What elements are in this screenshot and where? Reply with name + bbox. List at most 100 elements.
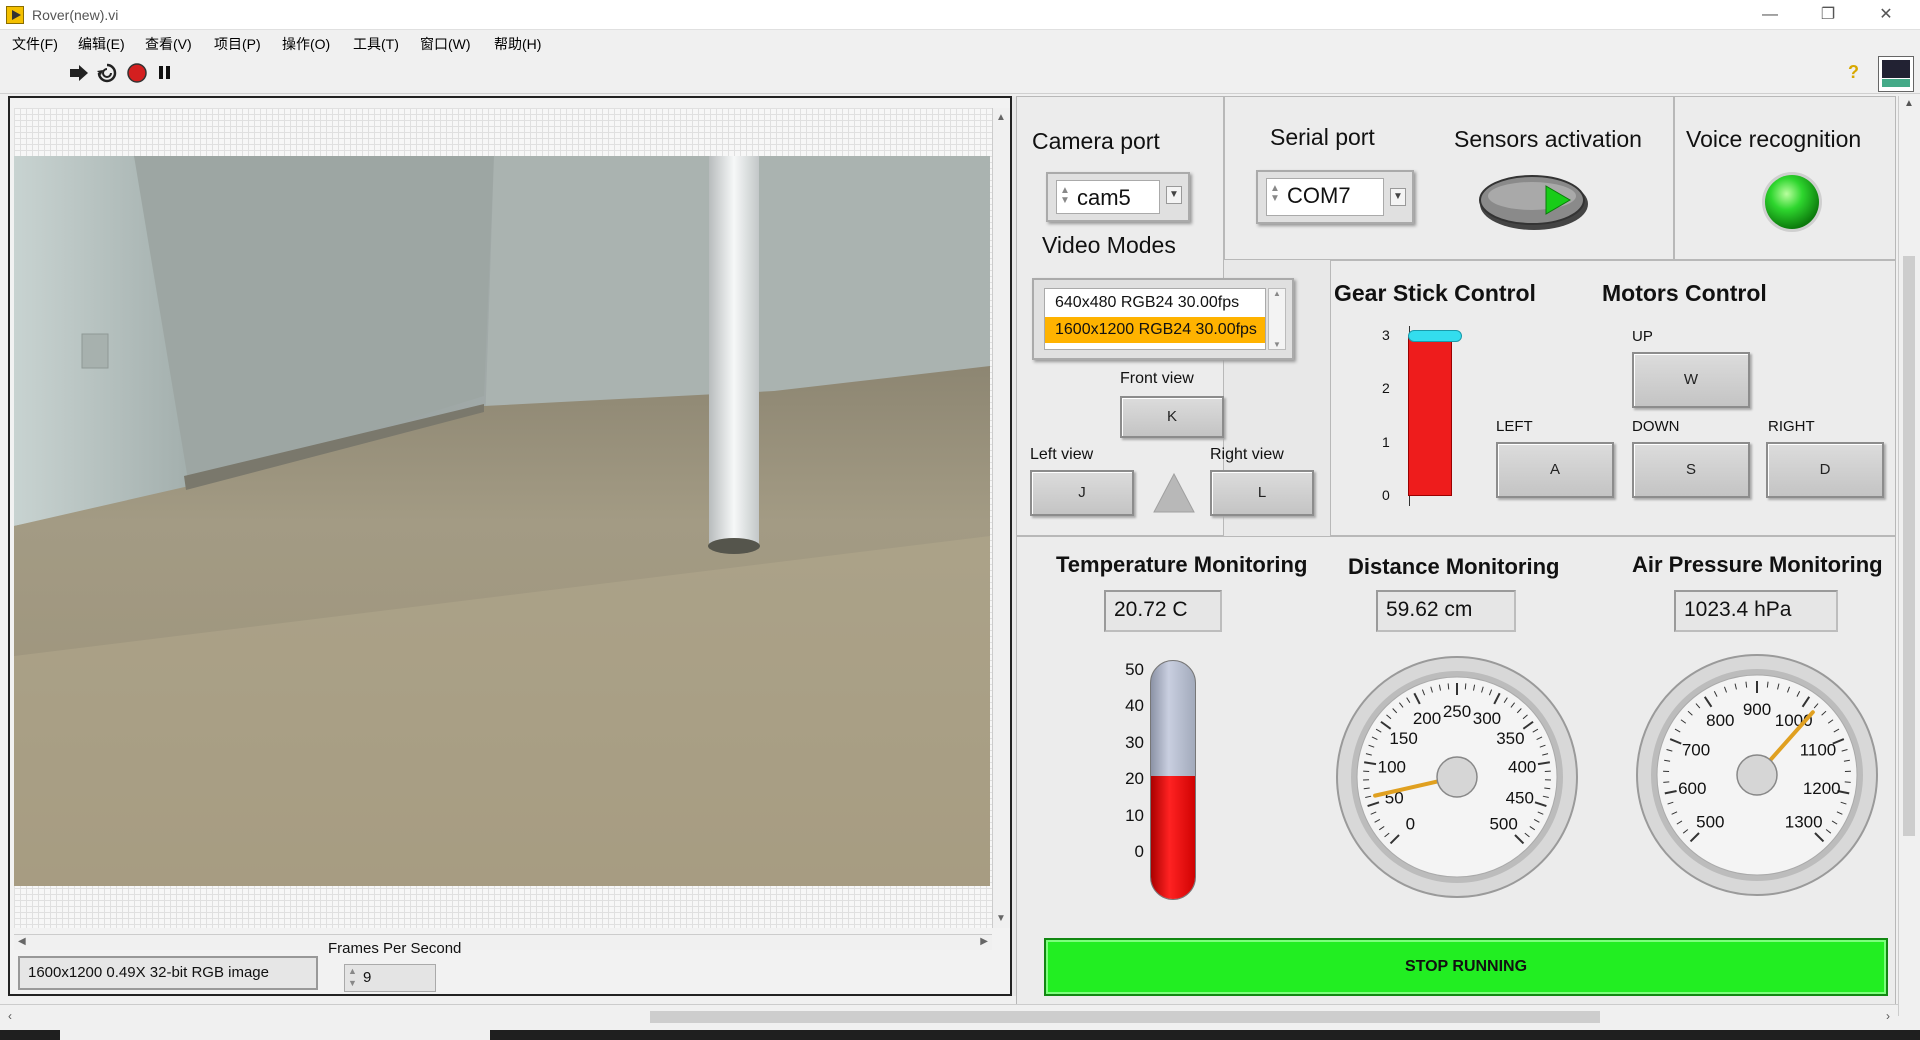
voice-recognition-led-icon bbox=[1762, 172, 1822, 232]
fps-indicator: ▲ ▼ 9 bbox=[344, 964, 436, 992]
camera-port-dropdown-arrow[interactable]: ▼ bbox=[1166, 186, 1182, 204]
menu-edit[interactable]: 编辑(E) bbox=[78, 34, 125, 54]
right-view-button[interactable]: L bbox=[1210, 470, 1314, 516]
gauge-tick-label: 700 bbox=[1682, 741, 1710, 760]
menu-window[interactable]: 窗口(W) bbox=[420, 34, 471, 54]
thermometer-tick-label: 40 bbox=[1125, 696, 1144, 716]
gauge-tick-label: 1300 bbox=[1785, 813, 1823, 832]
gauge-tick-label: 300 bbox=[1473, 709, 1501, 728]
gear-stick-title: Gear Stick Control bbox=[1334, 280, 1536, 306]
image-info-readout: 1600x1200 0.49X 32-bit RGB image bbox=[18, 956, 318, 990]
image-vertical-scrollbar[interactable]: ▲ ▼ bbox=[992, 108, 1010, 928]
sensors-activation-toggle[interactable] bbox=[1476, 172, 1590, 232]
image-horizontal-scrollbar[interactable]: ◀ ▶ bbox=[14, 934, 992, 950]
gauge-tick-mark bbox=[1464, 683, 1467, 690]
gauge-tick-label: 1200 bbox=[1803, 779, 1841, 798]
motor-left-button[interactable]: A bbox=[1496, 442, 1614, 498]
serial-port-value-field[interactable]: COM7 bbox=[1266, 178, 1384, 216]
pressure-readout: 1023.4 hPa bbox=[1674, 590, 1838, 632]
motor-right-button[interactable]: D bbox=[1766, 442, 1884, 498]
fps-label: Frames Per Second bbox=[328, 940, 462, 957]
gear-slider-handle[interactable] bbox=[1408, 330, 1462, 342]
thermometer-fill bbox=[1151, 775, 1195, 899]
camera-port-value-field[interactable]: cam5 bbox=[1056, 180, 1160, 214]
close-button[interactable]: ✕ bbox=[1858, 0, 1914, 30]
camera-port-stepper[interactable]: ▲ ▼ bbox=[1060, 186, 1070, 206]
distance-title: Distance Monitoring bbox=[1348, 554, 1560, 579]
front-view-button[interactable]: K bbox=[1120, 396, 1224, 438]
menu-help[interactable]: 帮助(H) bbox=[494, 34, 541, 54]
video-modes-scrollbar[interactable]: ▲ ▼ bbox=[1268, 288, 1286, 350]
stop-running-button[interactable]: STOP RUNNING bbox=[1044, 938, 1888, 996]
pause-icon[interactable] bbox=[154, 62, 176, 84]
right-view-label: Right view bbox=[1210, 446, 1284, 463]
temperature-title: Temperature Monitoring bbox=[1056, 552, 1308, 577]
gear-level-fill bbox=[1408, 336, 1452, 496]
gauge-tick-label: 1100 bbox=[1800, 741, 1837, 760]
video-mode-item[interactable]: 640x480 RGB24 30.00fps bbox=[1045, 291, 1265, 315]
gauge-hub bbox=[1436, 756, 1478, 798]
window-title: Rover(new).vi bbox=[32, 7, 119, 23]
menu-tools[interactable]: 工具(T) bbox=[353, 34, 399, 54]
thermometer-tube bbox=[1150, 660, 1196, 900]
gauge-tick-label: 450 bbox=[1506, 788, 1534, 807]
temperature-readout: 20.72 C bbox=[1104, 590, 1222, 632]
panel-horizontal-scrollbar[interactable]: ‹ › bbox=[0, 1004, 1898, 1028]
gear-tick-label: 0 bbox=[1382, 487, 1390, 503]
run-continuously-icon[interactable] bbox=[96, 62, 118, 84]
video-modes-listbox[interactable]: 640x480 RGB24 30.00fps 1600x1200 RGB24 3… bbox=[1032, 278, 1294, 360]
minimize-button[interactable]: — bbox=[1742, 0, 1798, 30]
vi-connector-icon bbox=[1878, 56, 1914, 92]
gauge-tick-label: 200 bbox=[1413, 709, 1441, 728]
sensors-activation-label: Sensors activation bbox=[1454, 126, 1642, 152]
left-view-label: Left view bbox=[1030, 446, 1094, 463]
voice-recognition-label: Voice recognition bbox=[1686, 126, 1862, 152]
motor-down-button[interactable]: S bbox=[1632, 442, 1750, 498]
taskbar bbox=[0, 1030, 1920, 1040]
distance-readout: 59.62 cm bbox=[1376, 590, 1516, 632]
menu-operate[interactable]: 操作(O) bbox=[282, 34, 330, 54]
camera-feed-image[interactable] bbox=[14, 156, 990, 886]
abort-stop-icon[interactable] bbox=[126, 62, 148, 84]
video-modes-label: Video Modes bbox=[1042, 232, 1176, 258]
left-view-button[interactable]: J bbox=[1030, 470, 1134, 516]
toolbar: ? bbox=[0, 54, 1920, 94]
menu-view[interactable]: 查看(V) bbox=[145, 34, 192, 54]
direction-triangle-icon bbox=[1153, 472, 1195, 513]
restore-button[interactable]: ❐ bbox=[1800, 0, 1856, 30]
menu-file[interactable]: 文件(F) bbox=[12, 34, 58, 54]
thermometer-tick-label: 0 bbox=[1134, 842, 1144, 861]
serial-port-label: Serial port bbox=[1270, 124, 1375, 150]
serial-port-dropdown-arrow[interactable]: ▼ bbox=[1390, 188, 1406, 206]
image-display[interactable]: ▲ ▼ ◀ ▶ 1600x1200 0.49X 32-bit RGB image… bbox=[8, 96, 1012, 996]
camera-port-control[interactable]: cam5 ▲ ▼ ▼ bbox=[1046, 172, 1190, 222]
gauge-tick-label: 250 bbox=[1443, 702, 1471, 721]
menu-bar: 文件(F) 编辑(E) 查看(V) 项目(P) 操作(O) 工具(T) 窗口(W… bbox=[0, 30, 1920, 54]
distance-gauge: 050100150200 250 300350400450500 bbox=[1336, 656, 1578, 898]
serial-port-control[interactable]: COM7 ▲ ▼ ▼ bbox=[1256, 170, 1414, 224]
gauge-tick-label: 500 bbox=[1489, 815, 1517, 834]
motor-right-label: RIGHT bbox=[1768, 418, 1815, 435]
motor-down-label: DOWN bbox=[1632, 418, 1680, 435]
gauge-tick-label: 600 bbox=[1678, 779, 1706, 798]
gear-stick-slider[interactable]: 3 2 1 0 bbox=[1380, 326, 1462, 506]
serial-port-stepper[interactable]: ▲ ▼ bbox=[1270, 184, 1280, 204]
gauge-tick-label: 500 bbox=[1696, 813, 1724, 832]
thermometer-tick-label: 30 bbox=[1125, 732, 1144, 752]
context-help-icon[interactable]: ? bbox=[1848, 62, 1859, 83]
pressure-gauge: 5006007008009001000110012001300 bbox=[1636, 654, 1878, 896]
front-view-label: Front view bbox=[1120, 370, 1194, 387]
motor-up-label: UP bbox=[1632, 328, 1653, 345]
fps-value: 9 bbox=[363, 969, 372, 986]
panel-vertical-scrollbar[interactable]: ▲ bbox=[1898, 96, 1920, 1016]
run-arrow-icon[interactable] bbox=[68, 62, 90, 84]
video-mode-item-selected[interactable]: 1600x1200 RGB24 30.00fps bbox=[1045, 317, 1265, 343]
motors-control-title: Motors Control bbox=[1602, 280, 1767, 306]
gear-tick-label: 2 bbox=[1382, 380, 1390, 397]
motor-up-button[interactable]: W bbox=[1632, 352, 1750, 408]
thermometer-tick-label: 10 bbox=[1125, 805, 1144, 825]
gauge-tick-label: 150 bbox=[1389, 729, 1417, 748]
menu-project[interactable]: 项目(P) bbox=[214, 34, 261, 54]
gear-tick-label: 3 bbox=[1382, 327, 1390, 343]
gauge-hub bbox=[1736, 754, 1778, 796]
